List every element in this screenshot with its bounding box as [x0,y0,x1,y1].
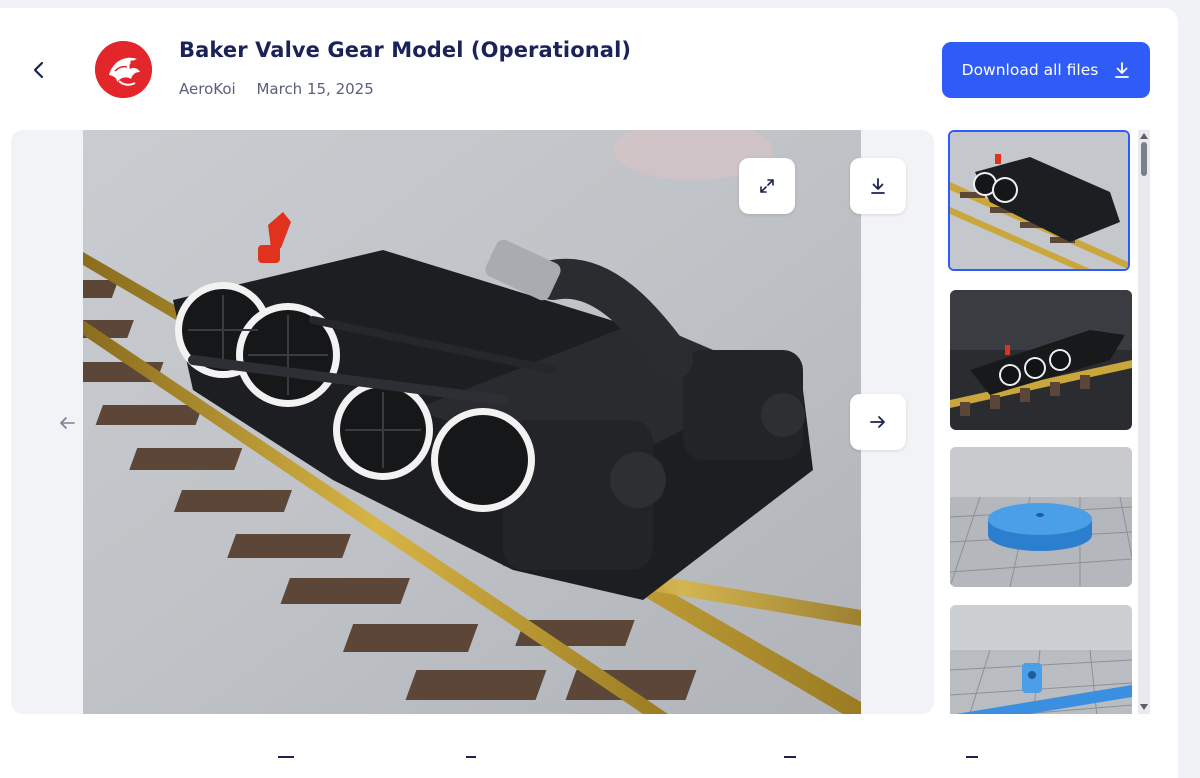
avatar[interactable] [95,41,152,98]
main-image[interactable] [83,130,861,714]
expand-icon [760,179,774,193]
download-image-button[interactable] [850,158,906,214]
author-name[interactable]: AeroKoi [179,80,236,98]
thumbnail-3[interactable] [950,447,1132,587]
publish-date: March 15, 2025 [256,80,374,98]
scroll-down-arrow-icon[interactable] [1140,703,1148,711]
download-all-button[interactable]: Download all files [942,42,1150,98]
download-all-label: Download all files [961,61,1099,79]
tab-icon-4[interactable] [966,756,978,762]
image-viewer [11,130,934,714]
download-icon [871,178,885,194]
locomotive-chassis-photo [83,130,861,714]
scrollbar-thumb[interactable] [1141,142,1147,176]
thumbnail-scrollbar[interactable] [1138,130,1150,714]
blue-bracket-thumbnail [950,605,1132,714]
locomotive-side-thumbnail [950,132,1128,269]
thumbnail-2[interactable] [950,290,1132,430]
thumbnail-1[interactable] [948,130,1130,271]
thumbnail-4[interactable] [950,605,1132,714]
meta-line: AeroKoi March 15, 2025 [179,80,390,98]
chevron-left-icon [33,61,44,79]
page-title: Baker Valve Gear Model (Operational) [179,38,632,62]
previous-image-button[interactable] [56,412,78,434]
back-button[interactable] [26,57,52,83]
scroll-up-arrow-icon[interactable] [1140,132,1148,140]
arrow-left-icon [60,417,75,429]
fullscreen-button[interactable] [739,158,795,214]
locomotive-top-thumbnail [950,290,1132,430]
arrow-right-icon [870,416,885,428]
tab-icon-1[interactable] [278,756,294,762]
blue-disc-thumbnail [950,447,1132,587]
download-icon [1115,62,1130,78]
next-image-button[interactable] [850,394,906,450]
koi-logo-icon [95,41,152,98]
thumbnail-strip [948,130,1134,714]
tab-icon-3[interactable] [784,756,796,762]
tab-icon-2[interactable] [466,756,476,762]
